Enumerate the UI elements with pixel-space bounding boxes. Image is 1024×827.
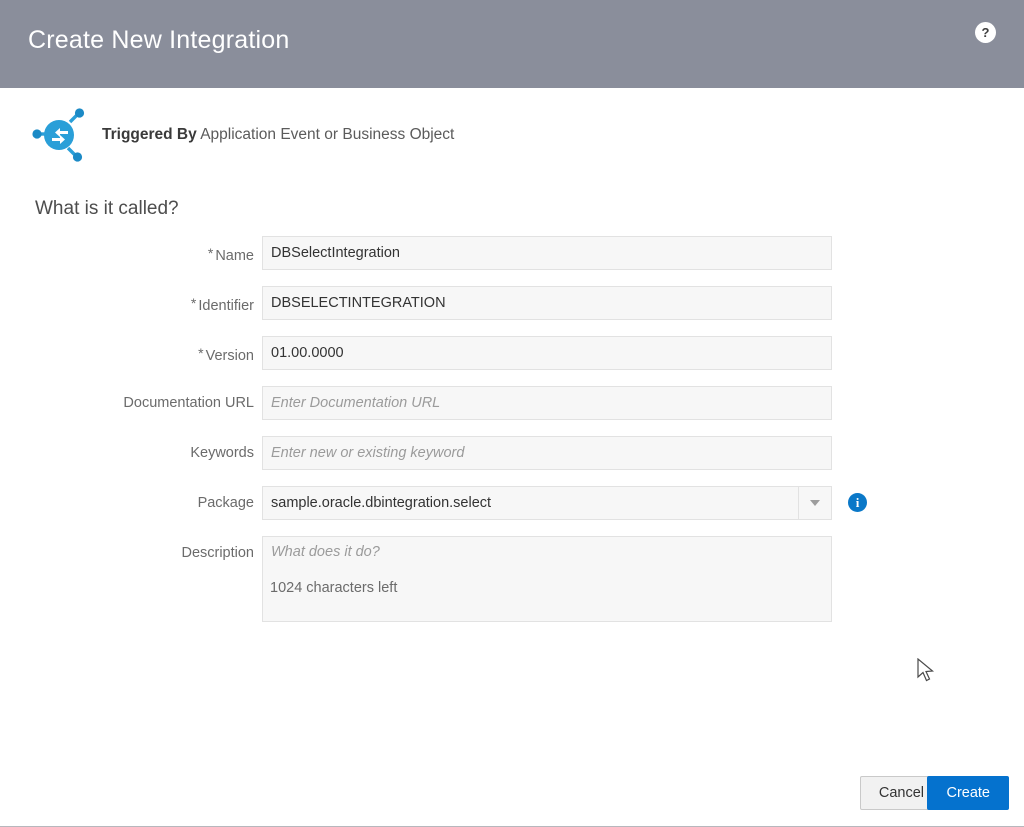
section-heading: What is it called?: [35, 198, 179, 219]
package-label: Package: [197, 495, 254, 511]
name-control: [262, 236, 832, 270]
keywords-control: [262, 436, 832, 470]
field-row-documentation-url: Documentation URL: [0, 386, 1024, 420]
description-label: Description: [181, 545, 254, 561]
required-asterisk: *: [207, 245, 214, 261]
keywords-label: Keywords: [190, 445, 254, 461]
package-input[interactable]: [262, 486, 832, 520]
triggered-by-text: Triggered By Application Event or Busine…: [102, 126, 454, 144]
identifier-control: [262, 286, 832, 320]
documentation-url-label: Documentation URL: [123, 395, 254, 411]
create-button[interactable]: Create: [927, 776, 1009, 810]
identifier-label: * Identifier: [190, 295, 254, 314]
dialog-footer: Cancel Create: [0, 764, 1024, 826]
triggered-by-label: Triggered By: [102, 126, 197, 143]
field-row-description: Description: [0, 536, 1024, 622]
integration-nodes-icon: [32, 108, 85, 162]
chevron-down-icon[interactable]: [798, 487, 831, 519]
triggered-by-value: Application Event or Business Object: [200, 126, 455, 143]
identifier-input[interactable]: [262, 286, 832, 320]
version-label: * Version: [198, 345, 254, 364]
package-control: i: [262, 486, 867, 520]
field-row-keywords: Keywords: [0, 436, 1024, 470]
dialog-body: Triggered By Application Event or Busine…: [0, 88, 1024, 827]
documentation-url-input[interactable]: [262, 386, 832, 420]
triggered-by-row: Triggered By Application Event or Busine…: [28, 104, 454, 166]
description-textarea[interactable]: [262, 536, 832, 622]
required-asterisk: *: [198, 345, 204, 361]
mouse-cursor: [917, 658, 935, 682]
documentation-url-control: [262, 386, 832, 420]
dialog-titlebar: Create New Integration ?: [0, 0, 1024, 88]
field-row-version: * Version: [0, 336, 1024, 370]
keywords-input[interactable]: [262, 436, 832, 470]
field-row-identifier: * Identifier: [0, 286, 1024, 320]
page-title: Create New Integration: [28, 26, 290, 54]
character-count: 1024 characters left: [270, 580, 398, 596]
help-icon[interactable]: ?: [975, 22, 996, 43]
required-asterisk: *: [190, 295, 197, 311]
name-label: * Name: [207, 245, 254, 264]
field-row-package: Package i: [0, 486, 1024, 520]
version-input[interactable]: [262, 336, 832, 370]
name-input[interactable]: [262, 236, 832, 270]
integration-form: *Name *Identifier *Version: [0, 236, 1024, 638]
field-row-name: * Name: [0, 236, 1024, 270]
version-control: [262, 336, 832, 370]
info-icon[interactable]: i: [848, 493, 867, 512]
